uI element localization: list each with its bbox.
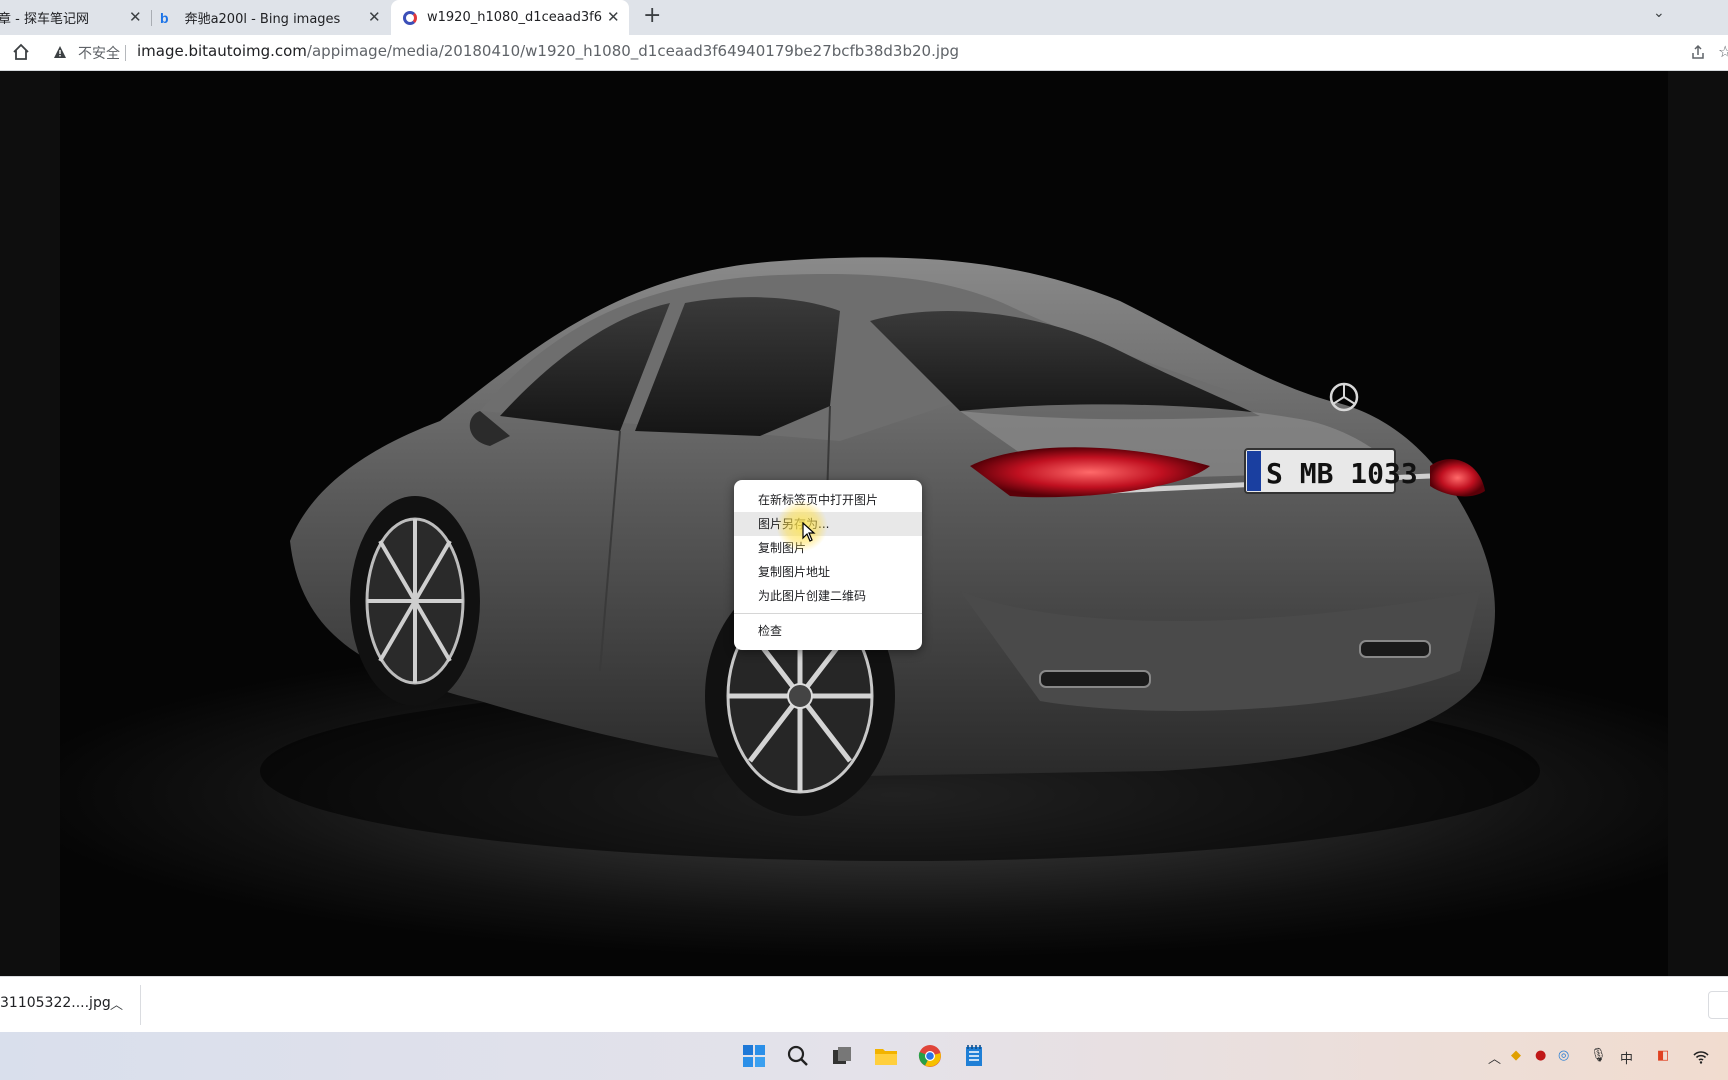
notepad-icon[interactable] xyxy=(962,1044,986,1068)
close-icon[interactable]: ✕ xyxy=(368,8,381,26)
sync-icon[interactable]: ◎ xyxy=(1558,1048,1569,1063)
record-icon[interactable]: ● xyxy=(1535,1048,1546,1063)
tab-strip: 章 - 探车笔记网 ✕ b 奔驰a200l - Bing images ✕ w1… xyxy=(0,0,1728,35)
chrome-icon[interactable] xyxy=(918,1044,942,1068)
show-all-downloads-button[interactable] xyxy=(1708,991,1728,1019)
tab-2[interactable]: b 奔驰a200l - Bing images ✕ xyxy=(160,0,388,35)
chevron-up-icon[interactable]: ︿ xyxy=(110,994,123,1013)
bitauto-icon xyxy=(403,10,417,25)
url-input[interactable]: image.bitautoimg.com/appimage/media/2018… xyxy=(137,42,959,60)
tab-title: 奔驰a200l - Bing images xyxy=(184,12,341,27)
tab-search-icon[interactable]: ⌄ xyxy=(1653,5,1665,21)
task-view-icon[interactable] xyxy=(830,1044,854,1068)
menu-copy-image-address[interactable]: 复制图片地址 xyxy=(734,560,922,584)
start-icon[interactable] xyxy=(742,1044,766,1068)
chevron-up-icon[interactable]: ︿ xyxy=(1488,1048,1501,1067)
url-divider xyxy=(125,45,126,61)
taskbar: ︿ ◆ ● ◎ 🎙 中 ◧ xyxy=(0,1032,1728,1080)
search-icon[interactable] xyxy=(786,1044,810,1068)
menu-open-image-new-tab[interactable]: 在新标签页中打开图片 xyxy=(734,488,922,512)
home-icon[interactable] xyxy=(12,43,30,61)
tab-1[interactable]: 章 - 探车笔记网 ✕ xyxy=(0,0,150,35)
ime-label[interactable]: 中 xyxy=(1620,1048,1633,1067)
file-explorer-icon[interactable] xyxy=(874,1044,898,1068)
app-tray-icon[interactable]: ◆ xyxy=(1511,1048,1521,1063)
tab-3-active[interactable]: w1920_h1080_d1ceaad3f6494 ✕ xyxy=(391,0,629,35)
license-plate: S MB 1033 xyxy=(1266,457,1418,490)
close-icon[interactable]: ✕ xyxy=(129,8,142,26)
wifi-icon[interactable] xyxy=(1693,1050,1709,1064)
share-icon[interactable] xyxy=(1690,44,1706,60)
url-path: /appimage/media/20180410/w1920_h1080_d1c… xyxy=(306,42,960,60)
bookmark-star-icon[interactable]: ☆ xyxy=(1718,42,1728,61)
mouse-pointer-icon xyxy=(802,522,816,542)
context-menu: 在新标签页中打开图片 图片另存为... 复制图片 复制图片地址 为此图片创建二维… xyxy=(734,480,922,650)
bing-icon: b xyxy=(160,9,169,26)
menu-inspect[interactable]: 检查 xyxy=(734,619,922,643)
url-host: image.bitautoimg.com xyxy=(137,42,307,60)
new-tab-button[interactable]: + xyxy=(643,3,661,28)
menu-save-image-as[interactable]: 图片另存为... xyxy=(734,512,922,536)
mic-icon[interactable]: 🎙 xyxy=(1590,1048,1607,1063)
menu-copy-image[interactable]: 复制图片 xyxy=(734,536,922,560)
menu-create-qr-code[interactable]: 为此图片创建二维码 xyxy=(734,584,922,608)
image-viewer: S MB 1033 在新标签页中打开图片 图片另存为... xyxy=(0,71,1728,976)
download-divider xyxy=(140,985,141,1025)
tab-title: 章 - 探车笔记网 xyxy=(0,12,89,27)
front-wheel xyxy=(350,496,480,706)
browser-toolbar: 不安全 image.bitautoimg.com/appimage/media/… xyxy=(0,35,1728,71)
app-tray-icon-2[interactable]: ◧ xyxy=(1657,1048,1669,1063)
download-shelf: 31105322....jpg ︿ xyxy=(0,976,1728,1032)
tab-divider xyxy=(151,10,152,26)
security-status[interactable]: 不安全 xyxy=(78,43,120,63)
tab-title: w1920_h1080_d1ceaad3f6494 xyxy=(427,10,602,25)
menu-divider xyxy=(734,613,922,614)
warning-icon[interactable] xyxy=(53,45,67,59)
close-icon[interactable]: ✕ xyxy=(607,8,620,26)
download-item[interactable]: 31105322....jpg xyxy=(0,995,111,1011)
